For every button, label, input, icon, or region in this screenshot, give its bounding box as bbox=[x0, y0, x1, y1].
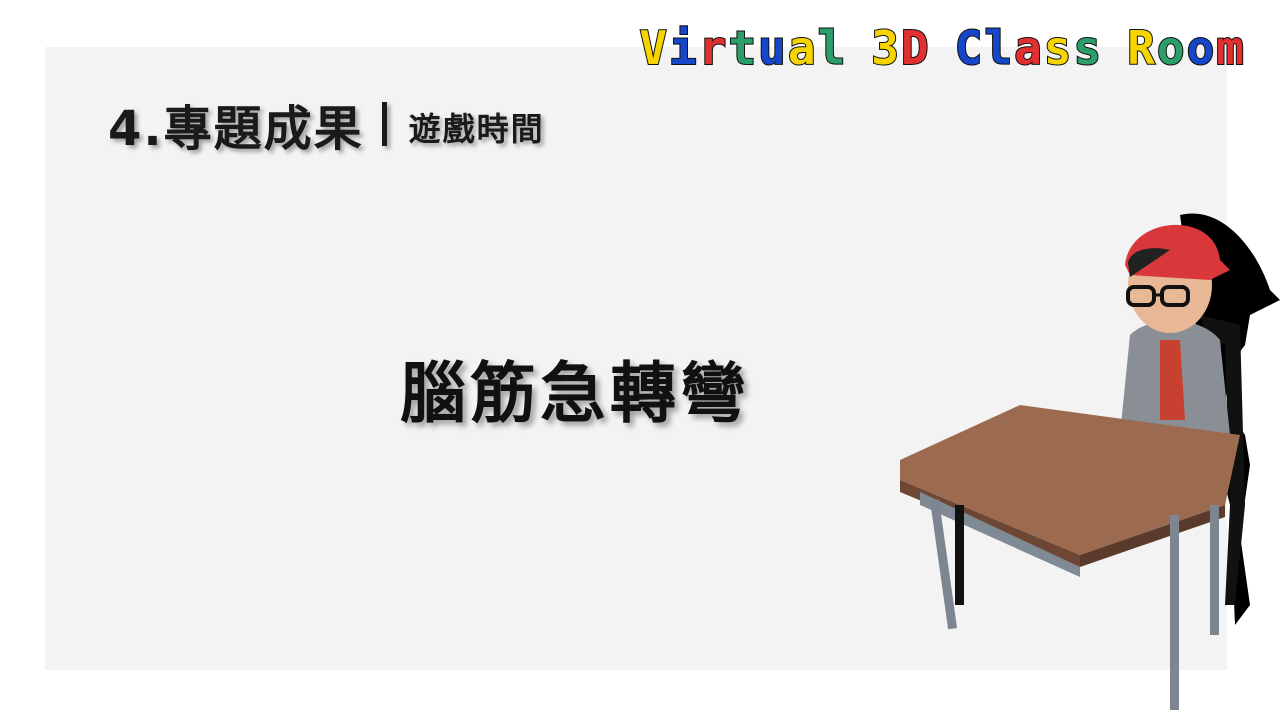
brand-letter: l bbox=[983, 21, 1015, 75]
brand-word: Class bbox=[954, 21, 1104, 75]
section-title: 4.專題成果 bbox=[108, 101, 364, 157]
brand-letter: u bbox=[757, 21, 788, 75]
brand-word: Room bbox=[1126, 21, 1246, 75]
section-subtitle: 遊戲時間 bbox=[408, 110, 545, 148]
brand-letter: s bbox=[1043, 21, 1074, 75]
brand-letter: C bbox=[954, 21, 985, 75]
brand-logo: Virtual 3D Class Room bbox=[638, 21, 1246, 75]
brand-letter: R bbox=[1126, 21, 1157, 75]
brand-letter: V bbox=[638, 21, 670, 75]
brand-word: Virtual bbox=[638, 21, 848, 75]
student-at-desk-illustration bbox=[900, 213, 1280, 710]
brand-letter: r bbox=[698, 21, 729, 75]
brand-letter: a bbox=[1013, 21, 1044, 75]
brand-word: 3D bbox=[870, 21, 931, 75]
topic-title: 腦筋急轉彎 bbox=[400, 355, 750, 432]
brand-letter: t bbox=[727, 21, 759, 75]
brand-letter: D bbox=[900, 21, 931, 75]
brand-letter: m bbox=[1215, 21, 1246, 75]
brand-letter: i bbox=[668, 21, 699, 75]
brand-letter: s bbox=[1072, 21, 1104, 75]
brand-letter: l bbox=[817, 21, 848, 75]
brand-letter: a bbox=[787, 21, 818, 75]
brand-letter: o bbox=[1186, 21, 1217, 75]
title-separator bbox=[381, 102, 387, 146]
brand-letter: 3 bbox=[870, 21, 901, 75]
slide-heading: 4.專題成果 遊戲時間 bbox=[108, 92, 545, 157]
brand-letter: o bbox=[1156, 21, 1187, 75]
